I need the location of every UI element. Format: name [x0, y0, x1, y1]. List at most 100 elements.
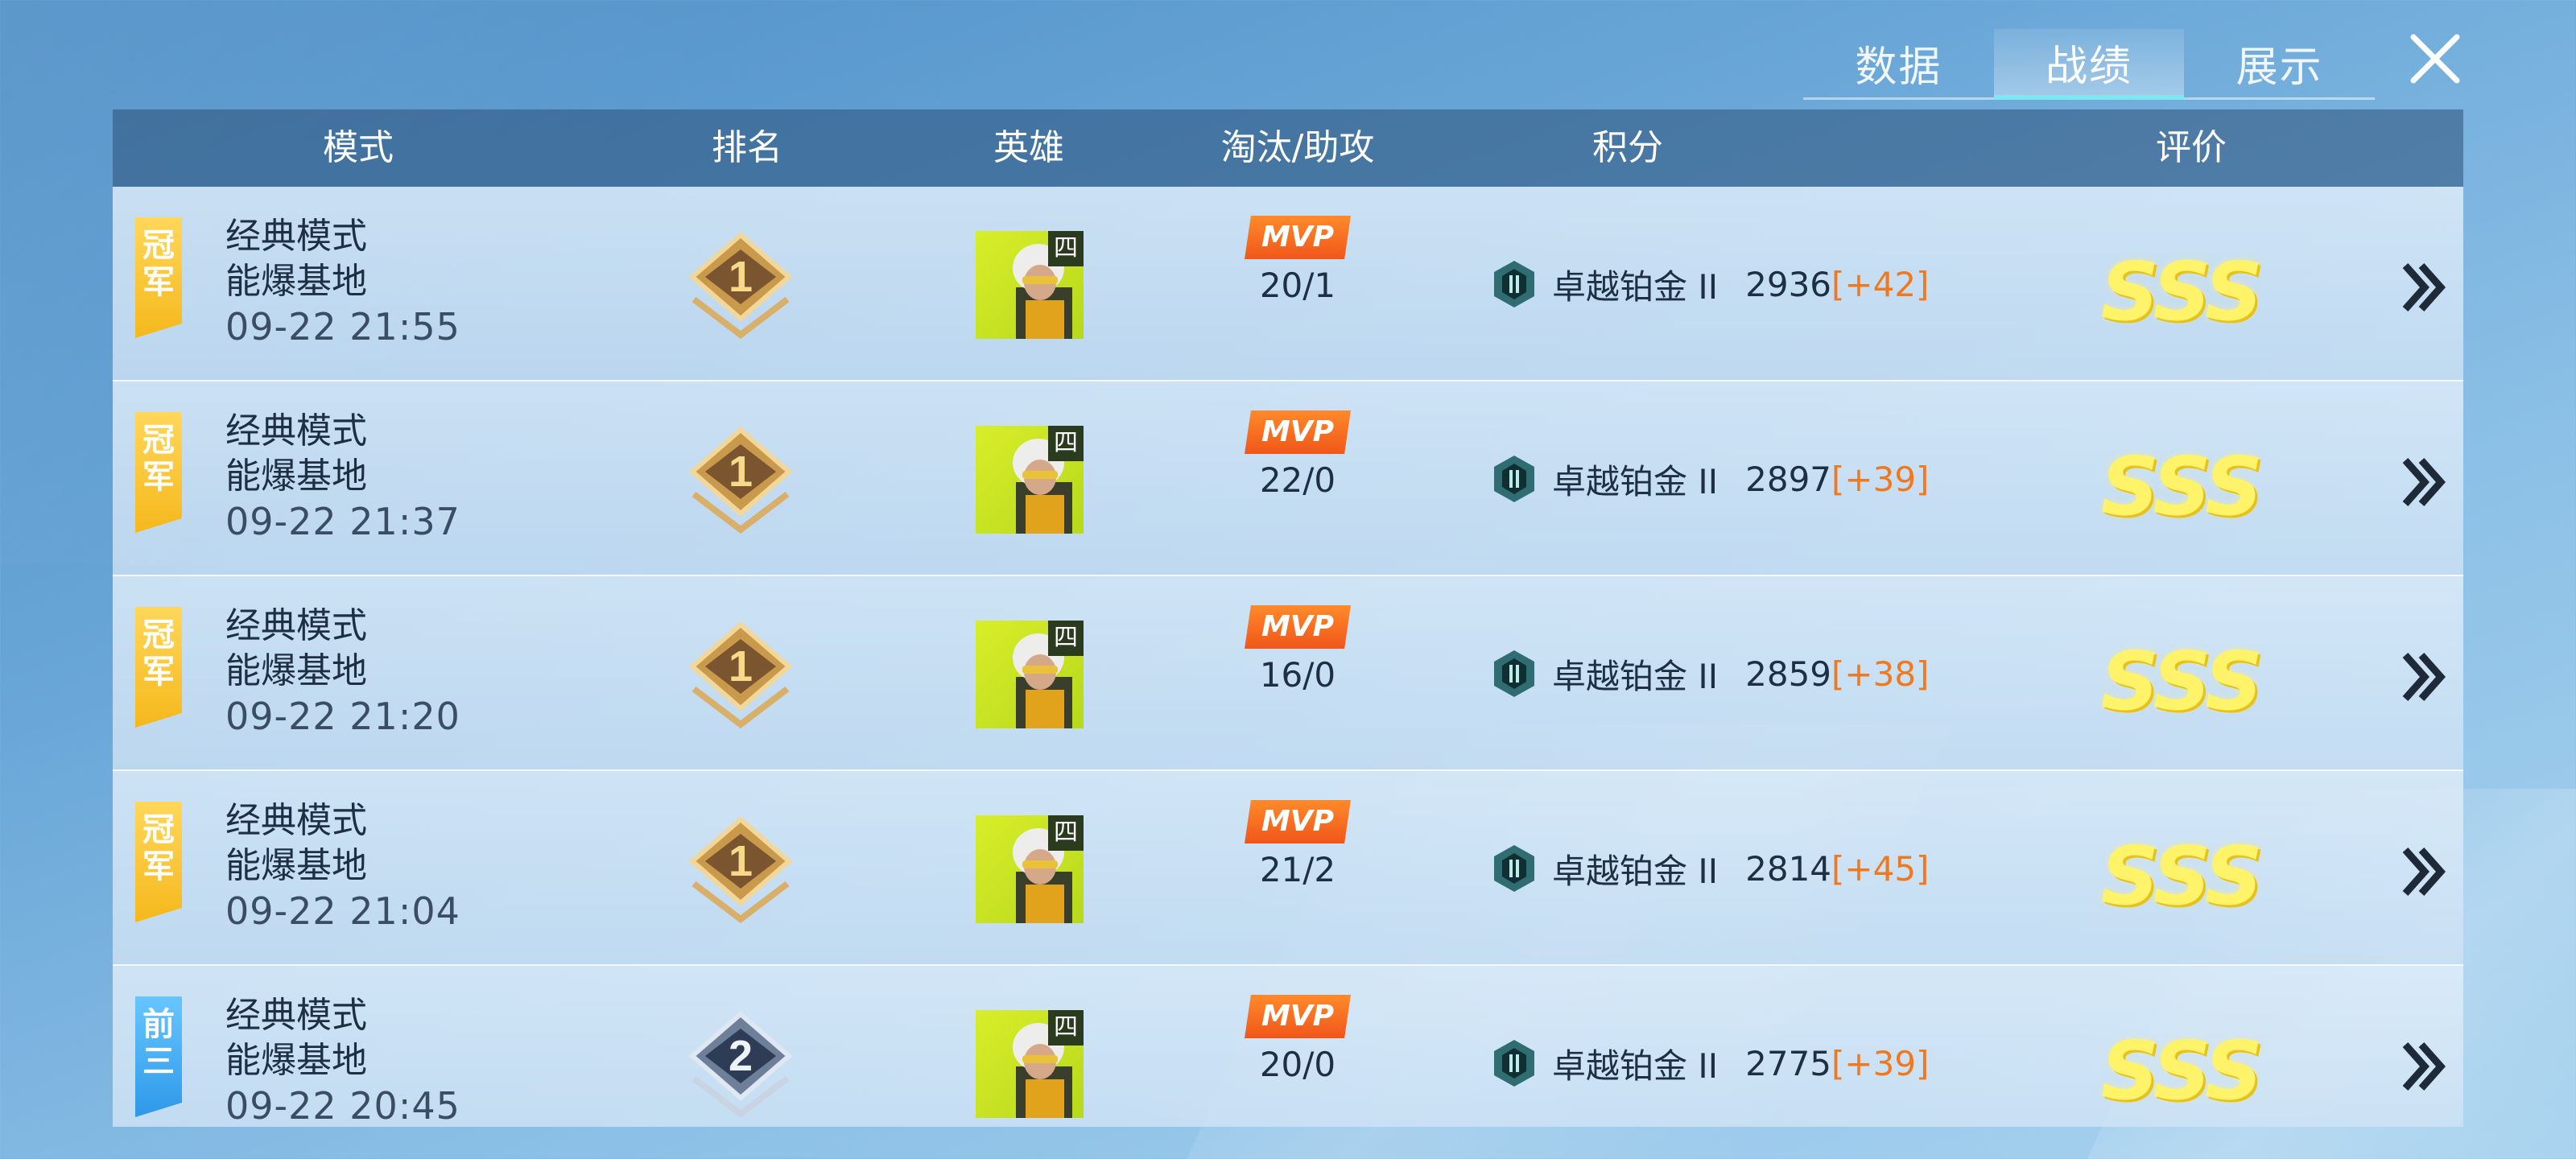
- hero-portrait[interactable]: 四: [976, 621, 1084, 728]
- points-value: 2897: [1745, 459, 1832, 499]
- placement-badge: 冠军: [135, 607, 182, 728]
- map-name: 能爆基地: [225, 456, 367, 497]
- double-chevron-right-icon[interactable]: [2397, 259, 2454, 316]
- kills-assists: 20/0: [1259, 1045, 1336, 1084]
- rating-grade: SSS: [2101, 439, 2263, 534]
- close-button[interactable]: [2399, 23, 2471, 95]
- points-delta: [+39]: [1831, 1043, 1930, 1083]
- tab-showcase[interactable]: 展示: [2184, 29, 2375, 97]
- match-time: 09-22 21:04: [225, 889, 460, 933]
- tier-name: 卓越铂金 II: [1552, 851, 1719, 891]
- platinum-tier-icon: [1494, 650, 1534, 697]
- double-chevron-right-icon[interactable]: [2397, 843, 2454, 900]
- mode-info: 经典模式 能爆基地 09-22 21:04: [225, 798, 460, 934]
- hero-tag: 四: [1048, 621, 1084, 656]
- map-name: 能爆基地: [225, 1040, 367, 1081]
- match-record-table: 模式 排名 英雄 淘汰/助攻 积分 评价 冠军 经典模式 能爆基地 09-22 …: [113, 109, 2463, 1127]
- tab-data[interactable]: 数据: [1803, 29, 1994, 97]
- tier-name: 卓越铂金 II: [1552, 1046, 1719, 1086]
- svg-text:1: 1: [729, 837, 753, 885]
- rank-medal-icon: 1: [688, 816, 793, 924]
- mode-info: 经典模式 能爆基地 09-22 20:45: [225, 993, 460, 1127]
- mode-info: 经典模式 能爆基地 09-22 21:20: [225, 604, 460, 739]
- platinum-tier-icon: [1494, 845, 1534, 892]
- column-header-mode: 模式: [323, 127, 394, 168]
- mvp-badge: MVP: [1245, 216, 1351, 259]
- rank-medal-icon: 1: [688, 232, 793, 340]
- placement-badge-char: 冠: [142, 227, 175, 264]
- column-header-rank: 排名: [712, 127, 782, 168]
- double-chevron-right-icon[interactable]: [2397, 454, 2454, 510]
- hero-tag: 四: [1048, 1010, 1084, 1046]
- mode-info: 经典模式 能爆基地 09-22 21:55: [225, 214, 460, 349]
- column-header-rating: 评价: [2156, 127, 2227, 168]
- double-chevron-right-icon[interactable]: [2397, 649, 2454, 705]
- hero-tag: 四: [1048, 815, 1084, 851]
- kills-assists: 20/1: [1259, 266, 1336, 305]
- mvp-badge: MVP: [1245, 605, 1351, 649]
- placement-badge-char: 军: [142, 264, 175, 301]
- top-tabs: 数据 战绩 展示: [1803, 29, 2375, 100]
- points-value: 2859: [1745, 654, 1832, 694]
- table-row[interactable]: 前三 经典模式 能爆基地 09-22 20:45 2 四 MVP 20/0 卓越…: [113, 966, 2463, 1127]
- column-header-points: 积分: [1592, 127, 1663, 168]
- placement-badge: 冠军: [135, 217, 182, 338]
- tab-records[interactable]: 战绩: [1993, 29, 2185, 100]
- rating-grade: SSS: [2101, 245, 2263, 339]
- table-row[interactable]: 冠军 经典模式 能爆基地 09-22 21:37 1 四 MVP 22/0 卓越…: [113, 382, 2463, 576]
- hero-portrait[interactable]: 四: [976, 1010, 1084, 1118]
- mode-name: 经典模式: [225, 605, 367, 646]
- placement-badge-char: 三: [142, 1043, 175, 1080]
- map-name: 能爆基地: [225, 650, 367, 691]
- map-name: 能爆基地: [225, 261, 367, 302]
- platinum-tier-icon: [1494, 1040, 1534, 1087]
- mode-name: 经典模式: [225, 216, 367, 257]
- mode-name: 经典模式: [225, 800, 367, 841]
- placement-badge-char: 冠: [142, 422, 175, 459]
- points-value: 2775: [1745, 1043, 1832, 1083]
- table-header: 模式 排名 英雄 淘汰/助攻 积分 评价: [113, 109, 2463, 187]
- placement-badge-char: 军: [142, 459, 175, 496]
- kills-assists: 22/0: [1259, 460, 1336, 500]
- tier-name: 卓越铂金 II: [1552, 266, 1719, 307]
- rank-medal-icon: 2: [688, 1011, 793, 1119]
- mode-name: 经典模式: [225, 995, 367, 1036]
- hero-tag: 四: [1048, 231, 1084, 266]
- score-info: 卓越铂金 II 2775 [+39]: [1492, 1035, 1929, 1091]
- double-chevron-right-icon[interactable]: [2397, 1038, 2454, 1095]
- score-info: 卓越铂金 II 2897 [+39]: [1492, 451, 1929, 507]
- svg-text:2: 2: [729, 1032, 753, 1080]
- hero-portrait[interactable]: 四: [976, 231, 1084, 339]
- placement-badge: 冠军: [135, 802, 182, 922]
- mode-name: 经典模式: [225, 410, 367, 452]
- platinum-tier-icon: [1494, 261, 1534, 307]
- rank-medal-icon: 1: [688, 427, 793, 534]
- column-header-kills-assists: 淘汰/助攻: [1220, 127, 1375, 168]
- rating-grade: SSS: [2101, 1024, 2263, 1118]
- mvp-badge: MVP: [1245, 410, 1351, 454]
- placement-badge-char: 冠: [142, 617, 175, 654]
- hero-portrait[interactable]: 四: [976, 426, 1084, 534]
- score-info: 卓越铂金 II 2936 [+42]: [1492, 256, 1929, 312]
- points-delta: [+45]: [1831, 848, 1930, 889]
- points-delta: [+38]: [1831, 654, 1930, 694]
- mode-info: 经典模式 能爆基地 09-22 21:37: [225, 409, 460, 544]
- placement-badge: 冠军: [135, 412, 182, 533]
- score-info: 卓越铂金 II 2814 [+45]: [1492, 840, 1929, 897]
- table-row[interactable]: 冠军 经典模式 能爆基地 09-22 21:20 1 四 MVP 16/0 卓越…: [113, 576, 2463, 771]
- map-name: 能爆基地: [225, 845, 367, 886]
- placement-badge-char: 军: [142, 654, 175, 691]
- match-time: 09-22 21:55: [225, 305, 460, 349]
- table-row[interactable]: 冠军 经典模式 能爆基地 09-22 21:04 1 四 MVP 21/2 卓越…: [113, 771, 2463, 966]
- table-row[interactable]: 冠军 经典模式 能爆基地 09-22 21:55 1 四 MVP 20/1 卓越…: [113, 187, 2463, 382]
- match-time: 09-22 21:37: [225, 500, 460, 543]
- points-delta: [+39]: [1831, 459, 1930, 499]
- points-delta: [+42]: [1831, 264, 1930, 304]
- svg-text:1: 1: [729, 448, 753, 496]
- tier-name: 卓越铂金 II: [1552, 461, 1719, 501]
- hero-portrait[interactable]: 四: [976, 815, 1084, 923]
- match-time: 09-22 20:45: [225, 1084, 460, 1127]
- mvp-badge: MVP: [1245, 995, 1351, 1038]
- placement-badge-char: 冠: [142, 811, 175, 848]
- close-icon: [2410, 34, 2460, 84]
